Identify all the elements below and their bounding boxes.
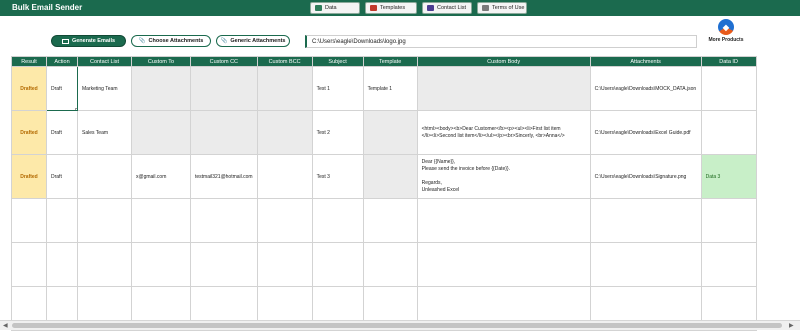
- custom-bcc-cell[interactable]: [256, 66, 313, 111]
- data-id-cell[interactable]: [700, 242, 757, 287]
- more-products-button[interactable]: ◆ More Products: [706, 19, 746, 49]
- subject-cell[interactable]: [311, 198, 364, 243]
- result-cell[interactable]: Drafted: [11, 154, 47, 199]
- custom-body-cell[interactable]: <html><body><b>Dear Customer</b><p><ul><…: [416, 110, 591, 155]
- subject-cell[interactable]: Test 3: [311, 154, 364, 199]
- attachments-cell[interactable]: C:\Users\eagle\Downloads\Signature.png: [589, 154, 702, 199]
- nav-contact-list-button[interactable]: Contact List: [422, 2, 472, 14]
- brand-logo-icon: ◆: [718, 19, 734, 35]
- scroll-right-icon[interactable]: ▶: [789, 322, 794, 329]
- custom-body-cell[interactable]: [416, 198, 591, 243]
- action-cell[interactable]: Draft: [46, 110, 78, 155]
- custom-to-cell[interactable]: [131, 242, 191, 287]
- scroll-thumb[interactable]: [12, 323, 782, 328]
- attachment-path-field[interactable]: C:\Users\eagle\Downloads\logo.jpg: [305, 35, 697, 48]
- nav-terms-button[interactable]: Terms of Use: [477, 2, 527, 14]
- col-header-contact-list[interactable]: Contact List: [77, 56, 132, 67]
- custom-cc-cell[interactable]: [190, 66, 258, 111]
- contact-list-cell[interactable]: [77, 242, 132, 287]
- custom-body-cell[interactable]: Dear {{Name}}, Please send the invoice b…: [416, 154, 591, 199]
- col-header-custom-bcc[interactable]: Custom BCC: [256, 56, 313, 67]
- action-cell[interactable]: [46, 242, 78, 287]
- result-cell[interactable]: Drafted: [11, 66, 47, 111]
- nav-data-button[interactable]: Data: [310, 2, 360, 14]
- custom-bcc-cell[interactable]: [256, 154, 313, 199]
- attachments-cell[interactable]: C:\Users\eagle\Downloads\Excel Guide.pdf: [589, 110, 702, 155]
- custom-to-cell[interactable]: [131, 110, 191, 155]
- template-cell[interactable]: [362, 242, 418, 287]
- template-cell[interactable]: [362, 154, 418, 199]
- attachments-cell[interactable]: [589, 242, 702, 287]
- contact-list-cell[interactable]: [77, 154, 132, 199]
- custom-body-cell[interactable]: [416, 66, 591, 111]
- subject-cell[interactable]: [311, 242, 364, 287]
- paperclip-icon: 📎: [220, 38, 228, 44]
- template-cell[interactable]: Template 1: [362, 66, 418, 111]
- attachments-cell[interactable]: C:\Users\eagle\Downloads\MOCK_DATA.json: [589, 66, 702, 111]
- data-id-cell[interactable]: [700, 198, 757, 243]
- action-cell[interactable]: Draft: [46, 154, 78, 199]
- scroll-left-icon[interactable]: ◀: [3, 322, 8, 329]
- contact-list-cell[interactable]: [77, 198, 132, 243]
- col-header-custom-body[interactable]: Custom Body: [416, 56, 591, 67]
- custom-cc-cell[interactable]: testmail321@hotmail.com: [190, 154, 258, 199]
- table-header-row: Result Action Contact List Custom To Cus…: [11, 56, 757, 67]
- col-header-attachments[interactable]: Attachments: [589, 56, 702, 67]
- action-cell[interactable]: Draft▾: [46, 66, 78, 111]
- horizontal-scrollbar[interactable]: ◀ ▶: [0, 320, 800, 330]
- col-header-custom-cc[interactable]: Custom CC: [190, 56, 258, 67]
- action-cell[interactable]: [46, 198, 78, 243]
- custom-bcc-cell[interactable]: [256, 198, 313, 243]
- generic-attachments-button[interactable]: 📎 Generic Attachments: [216, 35, 290, 47]
- template-icon: [370, 5, 377, 11]
- attachments-cell[interactable]: [589, 198, 702, 243]
- contact-list-cell[interactable]: Marketing Team: [77, 66, 132, 111]
- contact-list-cell[interactable]: Sales Team: [77, 110, 132, 155]
- table-icon: [315, 5, 322, 11]
- data-id-cell[interactable]: [700, 66, 757, 111]
- table-row: [11, 242, 757, 287]
- custom-cc-cell[interactable]: [190, 110, 258, 155]
- custom-to-cell[interactable]: x@gmail.com: [131, 154, 191, 199]
- custom-bcc-cell[interactable]: [256, 110, 313, 155]
- app-title: Bulk Email Sender: [12, 3, 83, 12]
- contacts-icon: [427, 5, 434, 11]
- subject-cell[interactable]: Test 1: [311, 66, 364, 111]
- table-row: [11, 198, 757, 243]
- data-id-cell[interactable]: Data 3: [700, 154, 757, 199]
- custom-body-cell[interactable]: [416, 242, 591, 287]
- choose-attachments-button[interactable]: 📎 Choose Attachments: [131, 35, 211, 47]
- table-row: Drafted Draft▾ Marketing Team Test 1 Tem…: [11, 66, 757, 111]
- custom-cc-cell[interactable]: [190, 242, 258, 287]
- nav-templates-button[interactable]: Templates: [365, 2, 417, 14]
- template-cell[interactable]: [362, 110, 418, 155]
- generate-emails-button[interactable]: Generate Emails: [51, 35, 126, 47]
- document-icon: [482, 5, 489, 11]
- result-cell[interactable]: [11, 242, 47, 287]
- custom-to-cell[interactable]: [131, 198, 191, 243]
- col-header-data-id[interactable]: Data ID: [700, 56, 757, 67]
- custom-cc-cell[interactable]: [190, 198, 258, 243]
- col-header-action[interactable]: Action: [46, 56, 78, 67]
- result-cell[interactable]: Drafted: [11, 110, 47, 155]
- envelope-icon: [61, 38, 69, 44]
- dropdown-arrow-icon[interactable]: ▾: [75, 108, 77, 110]
- table-row: Drafted Draft Sales Team Test 2 <html><b…: [11, 110, 757, 155]
- title-bar: Bulk Email Sender Data Templates Contact…: [0, 0, 800, 16]
- col-header-subject[interactable]: Subject: [311, 56, 364, 67]
- col-header-result[interactable]: Result: [11, 56, 47, 67]
- paperclip-icon: 📎: [138, 38, 146, 44]
- data-id-cell[interactable]: [700, 110, 757, 155]
- col-header-custom-to[interactable]: Custom To: [131, 56, 191, 67]
- template-cell[interactable]: [362, 198, 418, 243]
- col-header-template[interactable]: Template: [362, 56, 418, 67]
- custom-to-cell[interactable]: [131, 66, 191, 111]
- subject-cell[interactable]: Test 2: [311, 110, 364, 155]
- custom-bcc-cell[interactable]: [256, 242, 313, 287]
- table-row: Drafted Draft x@gmail.com testmail321@ho…: [11, 154, 757, 199]
- result-cell[interactable]: [11, 198, 47, 243]
- email-table: Result Action Contact List Custom To Cus…: [11, 56, 757, 331]
